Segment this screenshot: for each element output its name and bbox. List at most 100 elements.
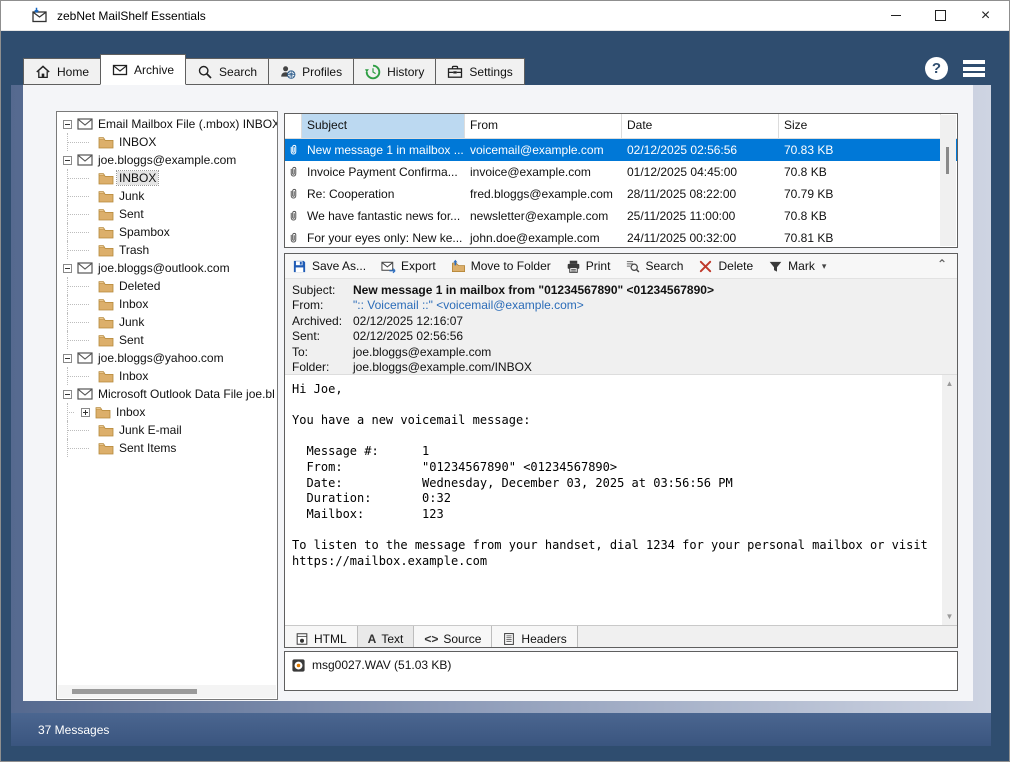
expander-minus xyxy=(63,264,72,273)
message-row[interactable]: For your eyes only: New ke...john.doe@ex… xyxy=(285,227,957,248)
message-row[interactable]: We have fantastic news for...newsletter@… xyxy=(285,205,957,227)
tab-profiles[interactable]: Profiles xyxy=(269,58,354,85)
view-mode-tabs: HTMLAText<>SourceHeaders xyxy=(285,625,957,648)
archived-label: Archived: xyxy=(292,314,353,329)
attachment-item[interactable]: msg0027.WAV (51.03 KB) xyxy=(291,656,451,674)
minimize-button[interactable] xyxy=(873,1,918,30)
move-to-folder-button[interactable]: Move to Folder xyxy=(451,259,551,274)
tree-item-inbox[interactable]: INBOX xyxy=(57,169,277,187)
tree-item-joe-bloggs-outlook-com[interactable]: joe.bloggs@outlook.com xyxy=(57,259,277,277)
tree-item-microsoft-outlook-data-file-joe-bl[interactable]: Microsoft Outlook Data File joe.bl xyxy=(57,385,277,403)
scroll-down-icon[interactable]: ▼ xyxy=(946,608,954,625)
tree-guide xyxy=(67,133,93,151)
delete-button[interactable]: Delete xyxy=(698,259,753,274)
tab-archive[interactable]: Archive xyxy=(100,54,186,85)
message-row[interactable]: Re: Cooperationfred.bloggs@example.com28… xyxy=(285,183,957,205)
tree-item-inbox[interactable]: Inbox xyxy=(57,295,277,313)
tree-item-spambox[interactable]: Spambox xyxy=(57,223,277,241)
cell-size: 70.79 KB xyxy=(779,187,941,201)
tab-settings[interactable]: Settings xyxy=(436,58,524,85)
column-header-from[interactable]: From xyxy=(465,114,622,138)
tree-item-inbox[interactable]: Inbox xyxy=(57,367,277,385)
tree-item-label: Inbox xyxy=(119,369,148,383)
toolbar-label: Print xyxy=(586,259,611,273)
tree-guide xyxy=(67,223,93,241)
tree-item-junk-e-mail[interactable]: Junk E-mail xyxy=(57,421,277,439)
tree-item-trash[interactable]: Trash xyxy=(57,241,277,259)
folder-label: Folder: xyxy=(292,360,353,375)
tree-item-email-mailbox-file-mbox-inbox[interactable]: Email Mailbox File (.mbox) INBOX xyxy=(57,115,277,133)
view-tab-text[interactable]: AText xyxy=(358,626,415,648)
tree-item-label: joe.bloggs@outlook.com xyxy=(98,261,230,275)
sent-value: 02/12/2025 02:56:56 xyxy=(353,329,463,344)
tree-item-joe-bloggs-example-com[interactable]: joe.bloggs@example.com xyxy=(57,151,277,169)
tree-item-sent-items[interactable]: Sent Items xyxy=(57,439,277,457)
column-header-date[interactable]: Date xyxy=(622,114,779,138)
search-icon xyxy=(197,64,213,80)
tab-history[interactable]: History xyxy=(354,58,436,85)
list-vertical-scrollbar[interactable] xyxy=(940,115,956,246)
cell-size: 70.8 KB xyxy=(779,209,941,223)
view-tab-html[interactable]: HTML xyxy=(285,626,358,648)
header-actions: ? xyxy=(925,57,985,80)
mail-account-icon xyxy=(77,153,93,167)
toolbar-label: Save As... xyxy=(312,259,366,273)
column-attachment[interactable] xyxy=(285,114,302,138)
tree-guide xyxy=(67,421,93,439)
tree-item-junk[interactable]: Junk xyxy=(57,187,277,205)
toolbar-label: Export xyxy=(401,259,436,273)
tree-scroll-thumb[interactable] xyxy=(72,689,197,694)
column-header-size[interactable]: Size xyxy=(779,114,941,138)
toolbar-label: Search xyxy=(645,259,683,273)
attachment-paperclip-icon xyxy=(285,188,302,201)
move-to-folder-icon xyxy=(451,259,466,274)
tree-item-label: Deleted xyxy=(119,279,160,293)
list-scroll-thumb[interactable] xyxy=(946,147,949,174)
titlebar: zebNet MailShelf Essentials × xyxy=(1,1,1009,31)
tree-item-deleted[interactable]: Deleted xyxy=(57,277,277,295)
tree-item-junk[interactable]: Junk xyxy=(57,313,277,331)
export-button[interactable]: Export xyxy=(381,259,436,274)
maximize-button[interactable] xyxy=(918,1,963,30)
tab-search[interactable]: Search xyxy=(186,58,269,85)
view-tab-headers[interactable]: Headers xyxy=(492,626,577,648)
save-icon xyxy=(292,259,307,274)
tree-horizontal-scrollbar[interactable] xyxy=(58,685,276,698)
tree-item-label: Microsoft Outlook Data File joe.bl xyxy=(98,387,275,401)
search-button[interactable]: Search xyxy=(625,259,683,274)
tree-item-sent[interactable]: Sent xyxy=(57,331,277,349)
mark-button[interactable]: Mark▾ xyxy=(768,259,826,274)
scroll-up-icon[interactable]: ▲ xyxy=(946,375,954,392)
tree-item-inbox[interactable]: Inbox xyxy=(57,403,277,421)
save-as-button[interactable]: Save As... xyxy=(292,259,366,274)
preview-toolbar: Save As... Export Move to Folder Print Searc… xyxy=(285,254,957,279)
to-label: To: xyxy=(292,345,353,360)
app-window: zebNet MailShelf Essentials × HomeArchiv… xyxy=(0,0,1010,762)
tree-item-label: INBOX xyxy=(119,135,156,149)
message-row[interactable]: New message 1 in mailbox ...voicemail@ex… xyxy=(285,139,957,161)
tree-guide xyxy=(67,439,93,457)
help-button[interactable]: ? xyxy=(925,57,948,80)
from-value[interactable]: ":: Voicemail ::" <voicemail@example.com… xyxy=(353,298,584,313)
collapse-preview-button[interactable]: ⌃ xyxy=(937,257,947,271)
view-tab-source[interactable]: <>Source xyxy=(414,626,492,648)
body-vertical-scrollbar[interactable]: ▲ ▼ xyxy=(942,375,957,625)
tree-item-label: Sent xyxy=(119,207,144,221)
tab-home[interactable]: Home xyxy=(23,58,101,85)
archive-icon xyxy=(112,62,128,78)
mark-icon xyxy=(768,259,783,274)
folder-icon xyxy=(98,333,114,347)
menu-button[interactable] xyxy=(963,60,985,77)
tree-item-label: Sent xyxy=(119,333,144,347)
column-header-subject[interactable]: Subject xyxy=(302,114,465,138)
tree-item-label: Sent Items xyxy=(119,441,176,455)
print-button[interactable]: Print xyxy=(566,259,611,274)
message-row[interactable]: Invoice Payment Confirma...invoice@examp… xyxy=(285,161,957,183)
tree-item-sent[interactable]: Sent xyxy=(57,205,277,223)
tree-item-inbox[interactable]: INBOX xyxy=(57,133,277,151)
attachments-panel: msg0027.WAV (51.03 KB) xyxy=(284,651,958,691)
tree-item-joe-bloggs-yahoo-com[interactable]: joe.bloggs@yahoo.com xyxy=(57,349,277,367)
close-button[interactable]: × xyxy=(963,1,1008,30)
window-title: zebNet MailShelf Essentials xyxy=(57,9,206,23)
folder-icon xyxy=(98,297,114,311)
